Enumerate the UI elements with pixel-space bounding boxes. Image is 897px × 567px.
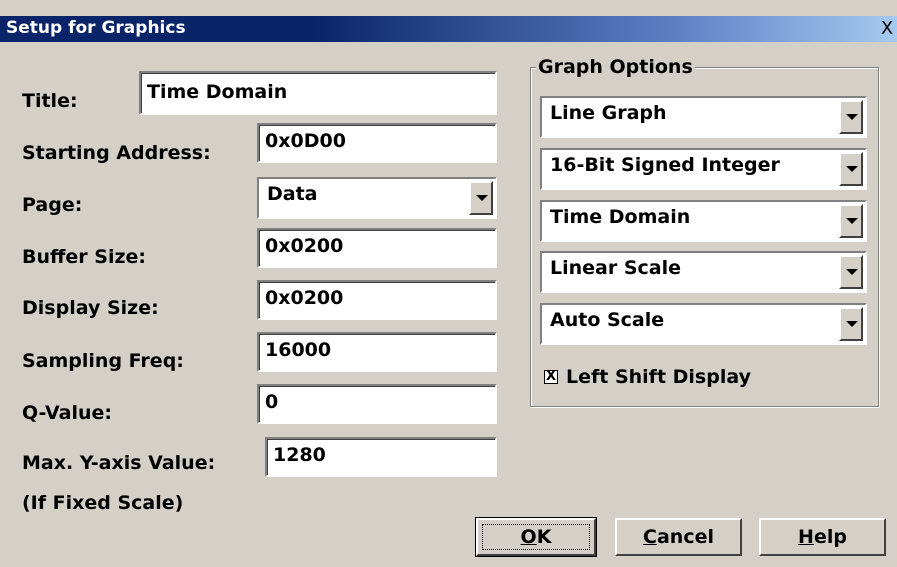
dialog-title: Setup for Graphics (6, 18, 186, 38)
display-size-input[interactable]: 0x0200 (257, 280, 497, 320)
domain-arrow-icon[interactable] (839, 204, 863, 238)
sampling-freq-label: Sampling Freq: (22, 350, 184, 372)
scale-type-select[interactable]: Linear Scale (540, 251, 867, 293)
max-y-axis-input[interactable]: 1280 (265, 437, 497, 477)
page-select-value: Data (267, 183, 318, 205)
cancel-button[interactable]: Cancel (615, 518, 742, 556)
graph-type-select[interactable]: Line Graph (540, 96, 867, 138)
left-shift-label[interactable]: Left Shift Display (566, 366, 751, 388)
starting-address-label: Starting Address: (22, 142, 211, 164)
close-icon[interactable]: X (877, 18, 897, 39)
sampling-freq-input[interactable]: 16000 (257, 332, 497, 372)
domain-select[interactable]: Time Domain (540, 200, 867, 242)
ok-label-rest: K (536, 526, 552, 548)
starting-address-input[interactable]: 0x0D00 (257, 123, 497, 163)
data-type-value: 16-Bit Signed Integer (550, 154, 780, 176)
title-input[interactable]: Time Domain (139, 71, 497, 115)
display-size-label: Display Size: (22, 297, 159, 319)
title-bar: Setup for Graphics X (0, 16, 897, 42)
ok-button[interactable]: OK (475, 517, 597, 557)
fixed-scale-note: (If Fixed Scale) (22, 492, 184, 514)
page-label: Page: (22, 194, 83, 216)
ok-mnemonic: O (520, 526, 537, 548)
buffer-size-label: Buffer Size: (22, 246, 147, 268)
q-value-input[interactable]: 0 (257, 384, 497, 424)
scale-type-arrow-icon[interactable] (839, 255, 863, 289)
help-label-rest: elp (813, 526, 847, 548)
data-type-arrow-icon[interactable] (839, 152, 863, 186)
scale-mode-arrow-icon[interactable] (839, 307, 863, 341)
domain-value: Time Domain (550, 206, 691, 228)
max-y-axis-label: Max. Y-axis Value: (22, 452, 216, 474)
graph-type-arrow-icon[interactable] (839, 100, 863, 134)
buffer-size-input[interactable]: 0x0200 (257, 228, 497, 268)
cancel-label-rest: ancel (656, 526, 714, 548)
left-shift-checkbox[interactable]: X (544, 370, 558, 384)
help-button[interactable]: Help (759, 518, 886, 556)
graph-options-label: Graph Options (536, 56, 695, 78)
scale-mode-select[interactable]: Auto Scale (540, 303, 867, 345)
page-select[interactable]: Data (257, 177, 497, 219)
scale-mode-value: Auto Scale (550, 309, 665, 331)
cancel-mnemonic: C (643, 526, 657, 548)
data-type-select[interactable]: 16-Bit Signed Integer (540, 148, 867, 190)
help-mnemonic: H (798, 526, 814, 548)
page-dropdown-arrow-icon[interactable] (469, 181, 493, 215)
scale-type-value: Linear Scale (550, 257, 682, 279)
graph-type-value: Line Graph (550, 102, 667, 124)
q-value-label: Q-Value: (22, 402, 113, 424)
title-label: Title: (22, 90, 78, 112)
